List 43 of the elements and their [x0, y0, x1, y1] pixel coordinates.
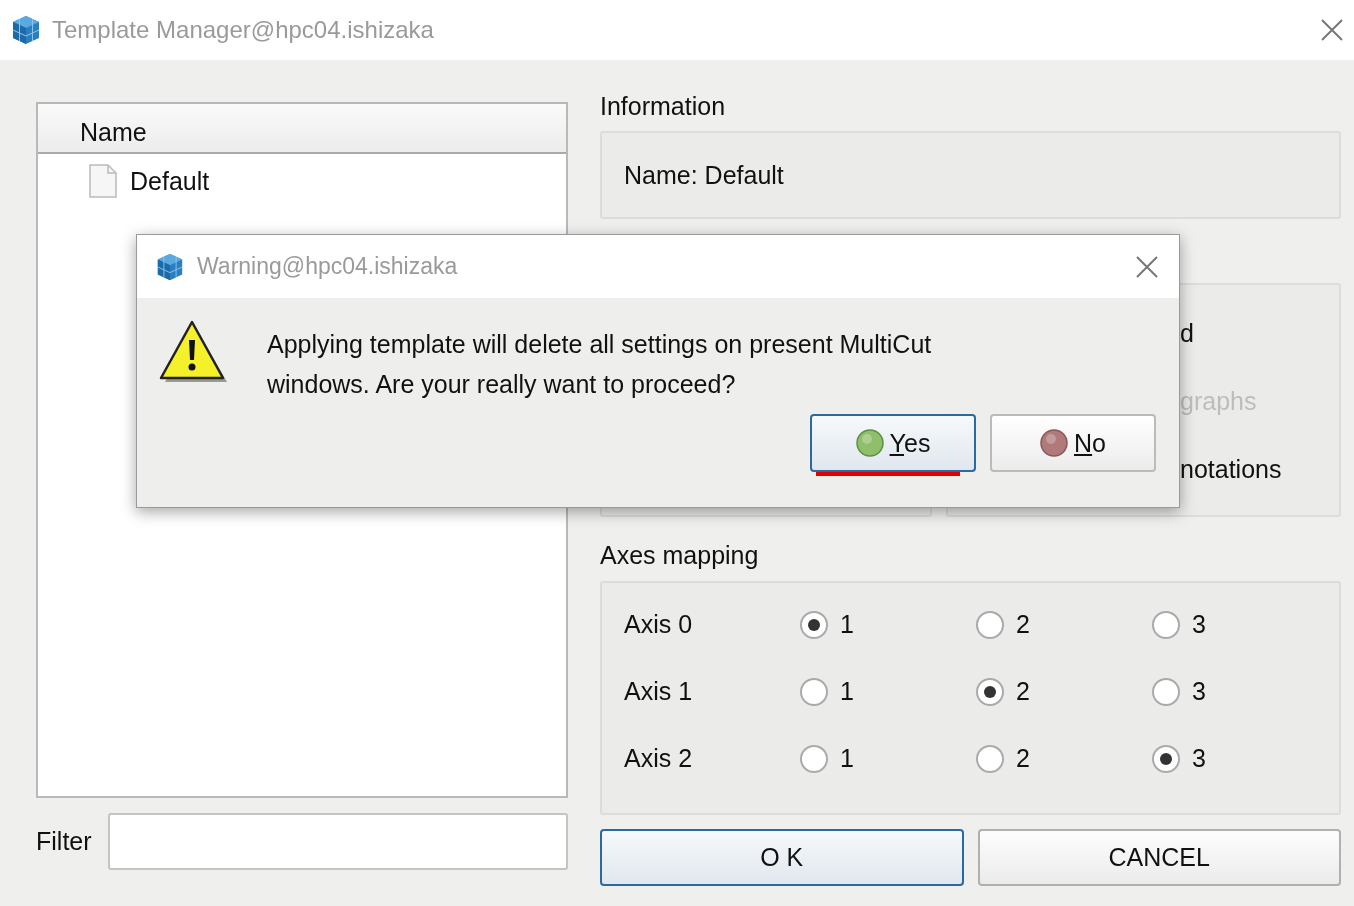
close-icon[interactable] [1135, 254, 1159, 279]
ball-icon [855, 429, 884, 457]
radio-label: 2 [1016, 610, 1030, 639]
radio-label: 1 [840, 610, 854, 639]
radio-button[interactable] [800, 610, 828, 639]
ball-icon [1040, 429, 1068, 457]
radio-button[interactable] [800, 744, 828, 773]
document-icon [88, 164, 118, 198]
radio-label: 3 [1192, 610, 1206, 639]
radio-button[interactable] [976, 744, 1004, 773]
cube-icon [10, 14, 42, 46]
radio-button[interactable] [800, 677, 828, 706]
dialog-button[interactable]: CANCEL [977, 829, 1341, 886]
radio-button[interactable] [1152, 744, 1180, 773]
window-title: Template Manager@hpc04.ishizaka [52, 16, 435, 44]
axis-label: Axis 0 [624, 610, 694, 639]
dialog-button[interactable]: O K [600, 829, 964, 886]
close-icon[interactable] [1320, 18, 1344, 42]
radio-button[interactable] [1152, 677, 1180, 706]
cube-icon [155, 251, 185, 282]
axis-label: Axis 2 [624, 744, 694, 773]
filter-field[interactable] [107, 813, 568, 870]
radio-label: 1 [840, 744, 854, 773]
section-title: Axes mapping [600, 541, 760, 571]
radio-button[interactable] [976, 610, 1004, 639]
radio-label: 3 [1192, 744, 1206, 773]
filter-label: Filter [36, 827, 92, 856]
radio-label: 2 [1016, 744, 1030, 773]
option-text: d [1180, 319, 1195, 349]
dialog-title: Warning@hpc04.ishizaka [197, 253, 459, 280]
radio-button[interactable] [1152, 610, 1180, 639]
list-item[interactable]: Default [38, 154, 566, 200]
radio-label: 2 [1016, 677, 1030, 706]
option-text: notations [1180, 455, 1283, 485]
radio-button[interactable] [976, 677, 1004, 706]
info-text: Name: Default [624, 161, 784, 189]
warning-message: Applying template will delete all settings on present MultiCut windows. Are your really want to proceed? [267, 329, 933, 400]
radio-label: 1 [840, 677, 854, 706]
column-header[interactable]: Name [38, 104, 566, 154]
dialog-button[interactable]: No [990, 414, 1156, 472]
radio-label: 3 [1192, 677, 1206, 706]
section-title: Information [600, 92, 727, 122]
axis-label: Axis 1 [624, 677, 694, 706]
